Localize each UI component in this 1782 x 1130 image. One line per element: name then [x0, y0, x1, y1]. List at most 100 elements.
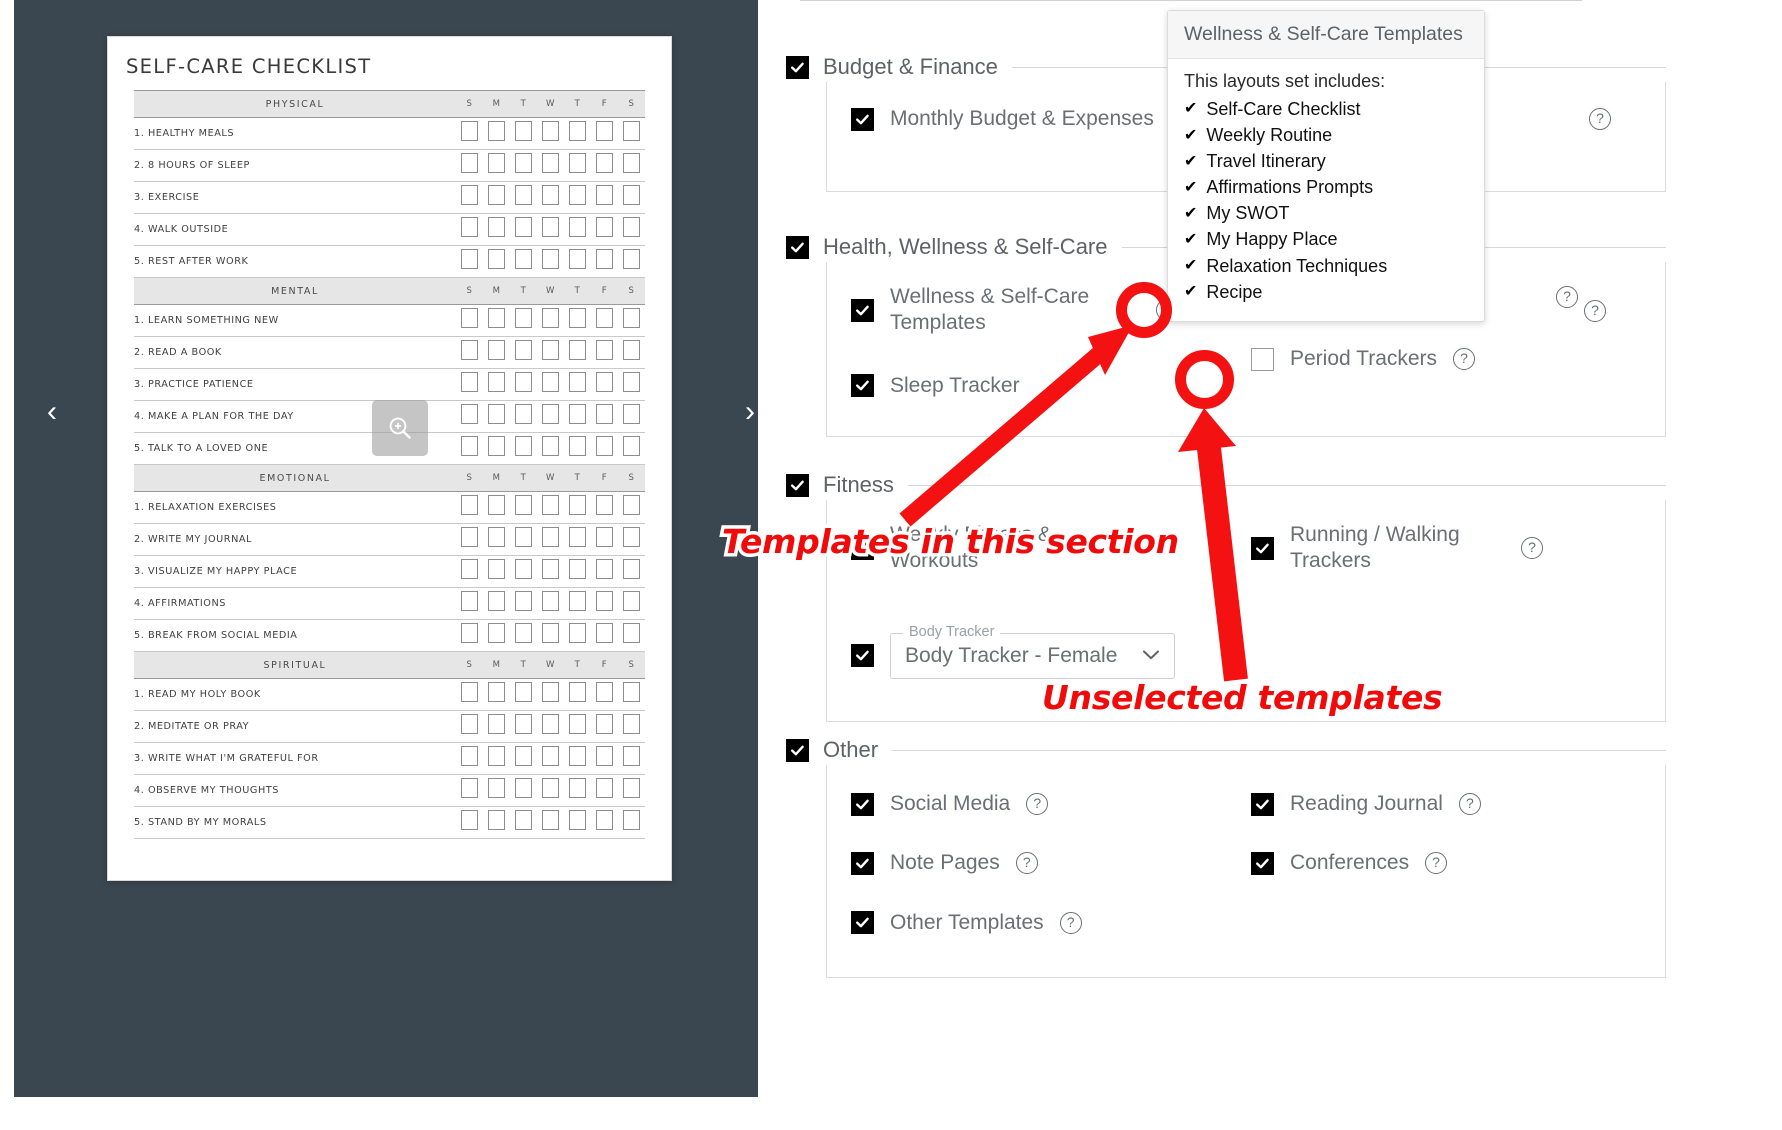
checklist-day-box	[483, 491, 510, 524]
checklist-day-box	[456, 710, 483, 743]
checklist-day-box	[510, 678, 537, 711]
checklist-day-box	[510, 245, 537, 278]
help-icon-period-trackers[interactable]: ?	[1453, 348, 1476, 371]
checklist-day-box	[537, 213, 564, 246]
group-fitness-header[interactable]: Fitness	[786, 470, 1666, 500]
label-monthly-budget-expenses: Monthly Budget & Expenses	[890, 107, 1154, 130]
row-other-templates[interactable]: Other Templates ?	[851, 910, 1251, 936]
checklist-day-box	[564, 368, 591, 401]
checklist-day-box	[483, 432, 510, 465]
checkbox-fitness[interactable]	[786, 473, 809, 497]
help-icon-health-row1-right[interactable]: ?	[1584, 300, 1606, 322]
checklist-day-header: W	[537, 651, 564, 679]
row-reading-journal[interactable]: Reading Journal ?	[1251, 791, 1651, 817]
checklist-day-box	[456, 245, 483, 278]
help-icon-other-templates[interactable]: ?	[1059, 911, 1082, 934]
checklist-day-header: S	[618, 277, 645, 305]
checkbox-conferences[interactable]	[1251, 851, 1274, 875]
checklist-day-box	[483, 523, 510, 556]
checklist-day-header: W	[537, 464, 564, 492]
help-icon-social-media[interactable]: ?	[1026, 793, 1049, 816]
help-icon-monthly-budget-expenses[interactable]: ?	[1589, 108, 1611, 131]
tooltip-list-item: ✔ Travel Itinerary	[1184, 148, 1468, 174]
checklist-item-row: 3. PRACTICE PATIENCE	[134, 368, 645, 401]
checklist-section-header: EMOTIONAL S M T W T F S	[134, 464, 645, 492]
checklist-item-row: 4. AFFIRMATIONS	[134, 587, 645, 620]
checklist-day-box	[510, 523, 537, 556]
checkbox-note-pages[interactable]	[851, 851, 874, 875]
checklist-day-box	[456, 555, 483, 588]
checklist-day-box	[537, 304, 564, 337]
help-icon-conferences[interactable]: ?	[1425, 852, 1448, 875]
checklist-day-header: T	[510, 90, 537, 118]
help-icon-running-walking-trackers[interactable]: ?	[1521, 537, 1543, 560]
checklist-day-box	[564, 336, 591, 369]
checklist-day-box	[564, 304, 591, 337]
row-body-tracker[interactable]: Body Tracker - Female Body Tracker	[851, 623, 1251, 679]
check-icon: ✔	[1184, 126, 1198, 144]
checklist-day-box	[510, 400, 537, 433]
checklist-day-box	[510, 181, 537, 214]
dropdown-body-tracker[interactable]: Body Tracker - Female Body Tracker	[890, 623, 1175, 679]
tooltip-title: Wellness & Self-Care Templates	[1168, 11, 1484, 59]
self-care-checklist-preview[interactable]: SELF-CARE CHECKLIST PHYSICAL S M T W T F S 1. HE…	[107, 36, 672, 881]
tooltip-list-item-label: Affirmations Prompts	[1206, 177, 1374, 198]
checkbox-reading-journal[interactable]	[1251, 792, 1274, 816]
checklist-section-name: SPIRITUAL	[134, 651, 456, 679]
checklist-day-box	[591, 678, 618, 711]
tooltip-list-item-label: Travel Itinerary	[1206, 151, 1326, 172]
checkbox-health-wellness[interactable]	[786, 235, 809, 259]
group-other-header[interactable]: Other	[786, 735, 1666, 765]
checkbox-body-tracker[interactable]	[851, 644, 874, 667]
checkbox-monthly-budget-expenses[interactable]	[851, 107, 874, 131]
checklist-item-label: 5. STAND BY MY MORALS	[134, 806, 456, 839]
magnifier-plus-icon[interactable]	[372, 400, 428, 456]
checkbox-wellness-self-care-templates[interactable]	[851, 298, 874, 322]
row-period-trackers[interactable]: Period Trackers ?	[1251, 346, 1651, 372]
help-icon-reading-journal[interactable]: ?	[1458, 793, 1481, 816]
checklist-day-box	[510, 304, 537, 337]
checklist-day-box	[456, 742, 483, 775]
checklist-day-box	[564, 523, 591, 556]
checklist-day-box	[564, 213, 591, 246]
checklist-day-box	[618, 619, 645, 652]
checklist-section-name: PHYSICAL	[134, 90, 456, 118]
row-note-pages[interactable]: Note Pages ?	[851, 850, 1251, 876]
checklist-item-label: 5. REST AFTER WORK	[134, 245, 456, 278]
checkbox-other-templates[interactable]	[851, 911, 874, 935]
checkbox-sleep-tracker[interactable]	[851, 374, 874, 398]
group-title-budget-finance: Budget & Finance	[823, 54, 998, 79]
checklist-day-box	[564, 245, 591, 278]
checklist-day-box	[483, 368, 510, 401]
row-running-walking-trackers[interactable]: Running / Walking Trackers ?	[1251, 522, 1651, 575]
group-other: Other Social Media ? Note Pages ? Other …	[786, 735, 1666, 978]
row-social-media[interactable]: Social Media ?	[851, 791, 1251, 817]
checklist-day-box	[564, 587, 591, 620]
checklist-day-box	[456, 491, 483, 524]
checklist-day-box	[618, 149, 645, 182]
checklist-day-box	[591, 400, 618, 433]
tooltip-list-item: ✔ My Happy Place	[1184, 226, 1468, 252]
checklist-item-label: 5. BREAK FROM SOCIAL MEDIA	[134, 619, 456, 652]
checklist-item-row: 4. WALK OUTSIDE	[134, 213, 645, 246]
help-icon-note-pages[interactable]: ?	[1015, 852, 1038, 875]
checkbox-period-trackers[interactable]	[1251, 347, 1274, 371]
tooltip-list-item: ✔ Recipe	[1184, 279, 1468, 305]
tooltip-list-item: ✔ Relaxation Techniques	[1184, 253, 1468, 279]
label-conferences: Conferences	[1290, 851, 1410, 875]
checkbox-budget-finance[interactable]	[786, 55, 809, 79]
help-icon-grocery-list[interactable]: ?	[1556, 286, 1578, 309]
checklist-day-box	[591, 213, 618, 246]
checklist-item-row: 3. EXERCISE	[134, 181, 645, 214]
checklist-day-box	[537, 678, 564, 711]
checkbox-running-walking-trackers[interactable]	[1251, 536, 1274, 560]
annotation-ring-unselected-checkbox	[1175, 350, 1234, 409]
annotation-label-unselected-text: Unselected templates	[1042, 678, 1443, 717]
previous-template-arrow[interactable]: ‹	[32, 382, 72, 442]
checklist-day-box	[591, 149, 618, 182]
row-conferences[interactable]: Conferences ?	[1251, 850, 1651, 876]
checkbox-other[interactable]	[786, 738, 809, 762]
checklist-day-box	[564, 619, 591, 652]
annotation-label-templates-section-text: Templates in this section	[722, 522, 1179, 561]
checkbox-social-media[interactable]	[851, 792, 874, 816]
